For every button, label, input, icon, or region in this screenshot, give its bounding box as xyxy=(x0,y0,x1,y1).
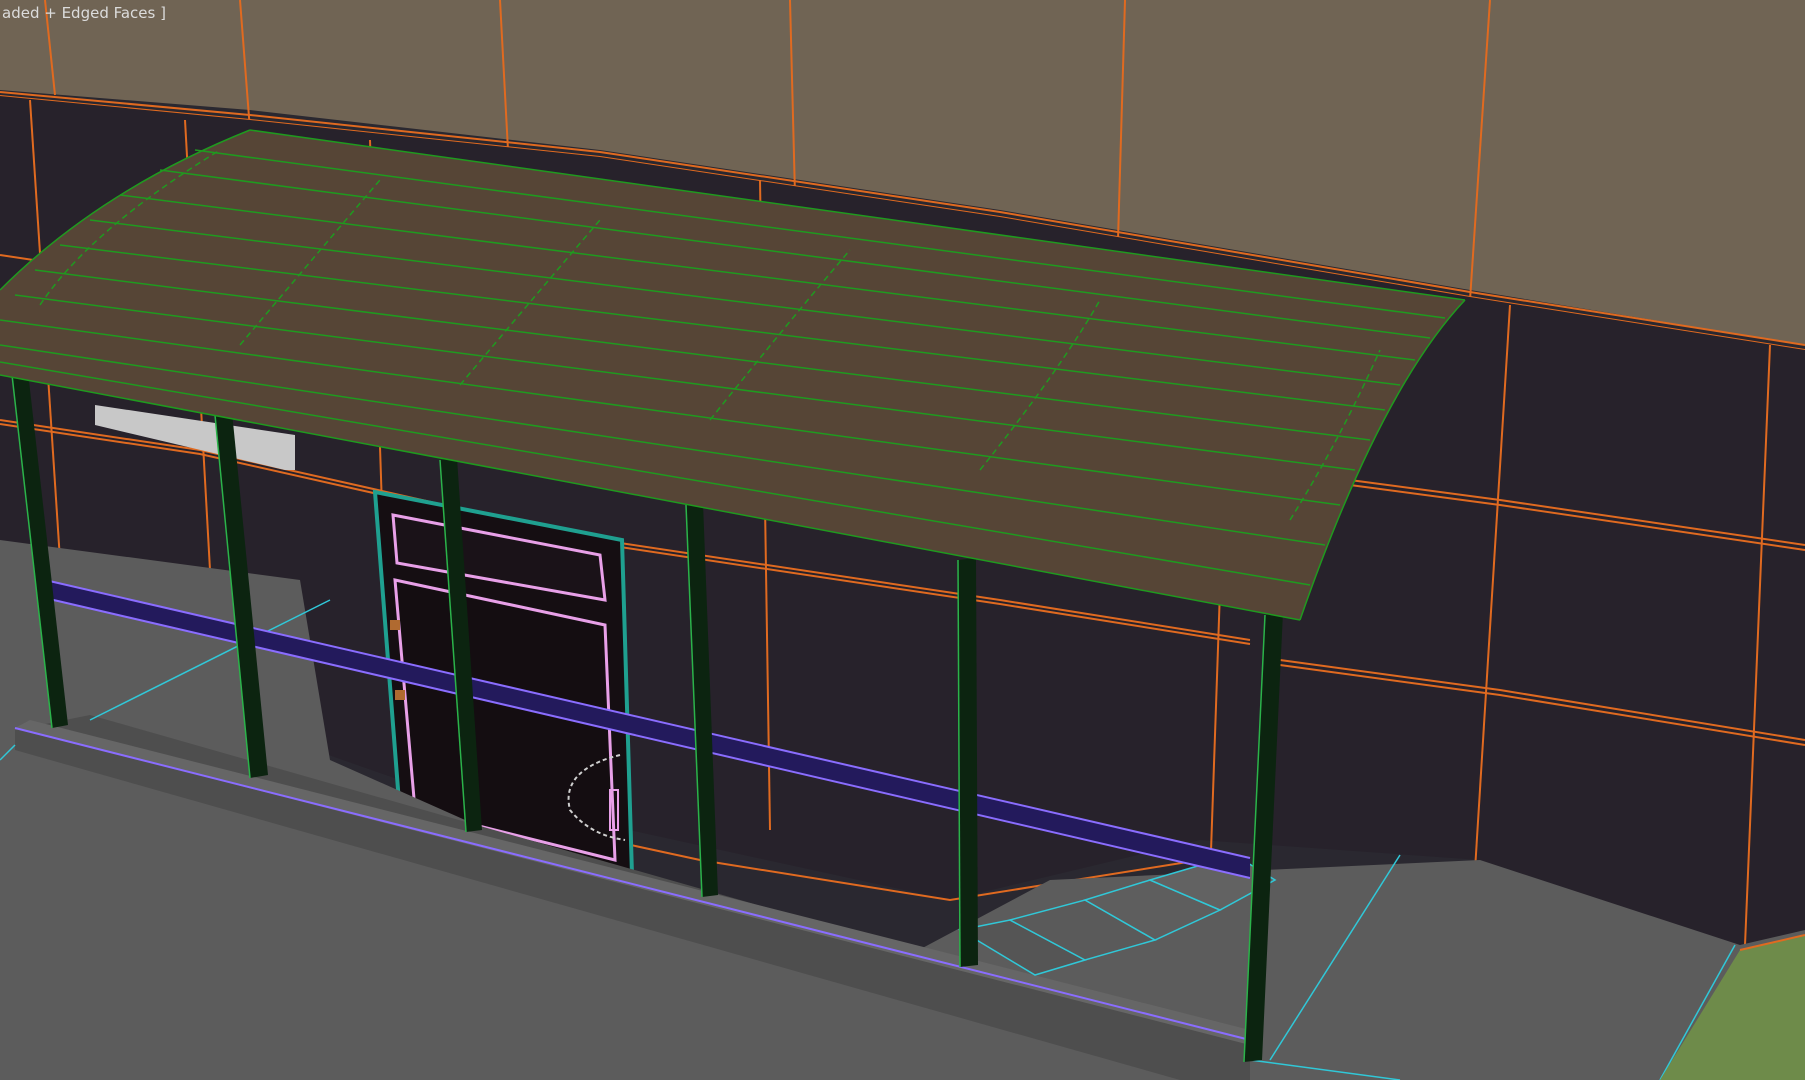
door-hinge-bottom xyxy=(395,690,405,700)
3d-viewport[interactable]: aded + Edged Faces ] xyxy=(0,0,1805,1080)
door-hinge-top xyxy=(390,620,400,630)
viewport-shading-label[interactable]: aded + Edged Faces ] xyxy=(2,4,166,22)
post-5[interactable] xyxy=(958,558,978,967)
viewport-scene[interactable] xyxy=(0,0,1805,1080)
